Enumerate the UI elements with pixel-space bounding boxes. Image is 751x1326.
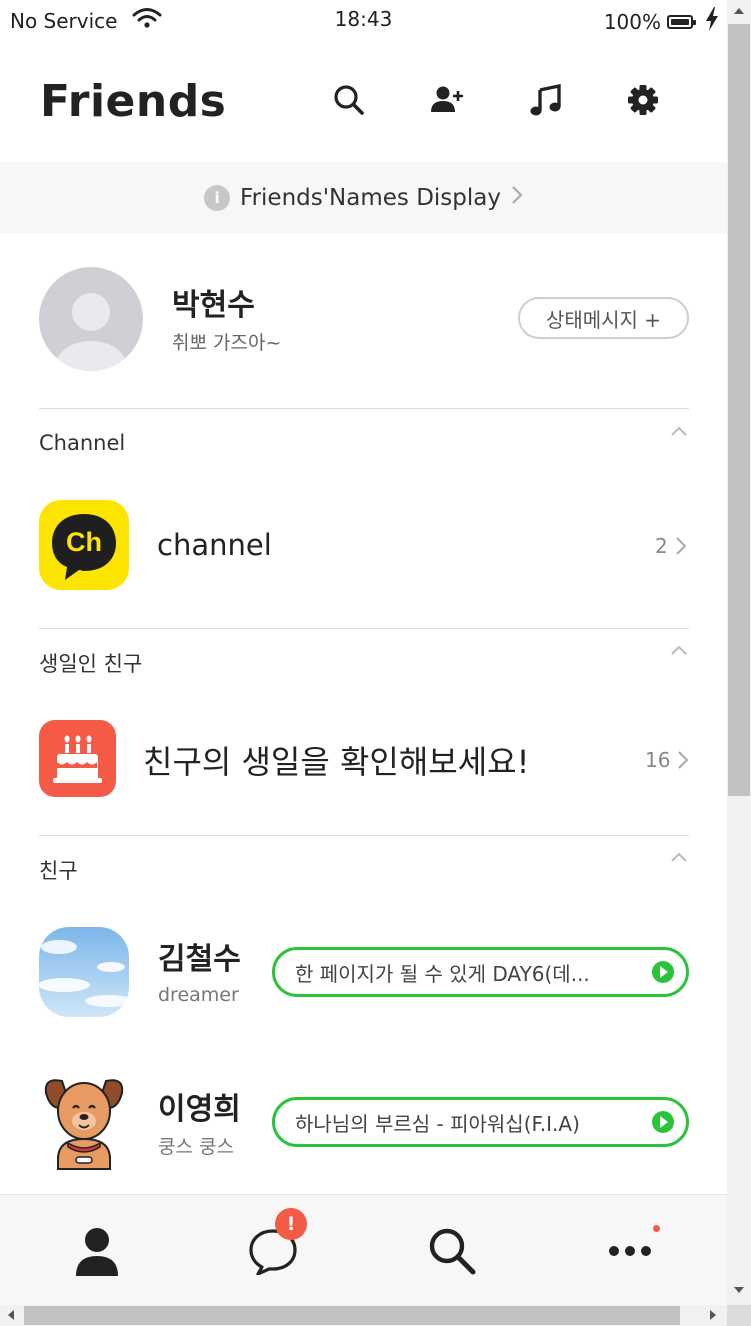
status-message-button[interactable]: 상태메시지 +	[518, 297, 689, 339]
scroll-right-arrow-icon[interactable]	[710, 1310, 716, 1320]
bottom-tab-bar	[0, 1194, 727, 1305]
play-icon	[652, 1111, 674, 1133]
channel-row[interactable]: Ch channel 2	[0, 495, 727, 595]
section-title-channel: Channel	[39, 431, 126, 455]
birthday-cake-icon	[39, 720, 116, 797]
page-title: Friends	[40, 76, 227, 127]
scrollbar-corner	[727, 1305, 751, 1326]
play-icon	[652, 961, 674, 983]
my-profile[interactable]: 박현수 취뽀 가즈아~ 상태메시지 +	[0, 262, 727, 372]
search-icon	[429, 1228, 476, 1275]
scroll-up-arrow-icon[interactable]	[734, 8, 744, 14]
chat-badge: !	[275, 1208, 307, 1240]
header: Friends	[0, 60, 727, 150]
person-icon	[76, 1228, 118, 1276]
banner-text: Friends'Names Display	[240, 185, 501, 211]
birthday-row[interactable]: 친구의 생일을 확인해보세요! 16	[0, 715, 727, 805]
channel-count-value: 2	[655, 534, 668, 558]
search-tab[interactable]	[424, 1223, 480, 1279]
profile-status-message: 취뽀 가즈아~	[172, 332, 282, 354]
channel-count: 2	[655, 534, 686, 558]
friend-status-message: 쿵스 쿵스	[158, 1136, 234, 1158]
battery-info: 100%	[604, 7, 719, 36]
more-tab[interactable]	[602, 1223, 658, 1279]
chevron-right-icon	[511, 185, 523, 211]
music-title: 하나님의 부르심 - 피아워십(F.I.A)	[295, 1111, 580, 1136]
list-item[interactable]: 김철수 dreamer 한 페이지가 될 수 있게 DAY6(데...	[0, 920, 727, 1030]
channel-icon-text: Ch	[66, 527, 102, 557]
horizontal-scrollbar[interactable]	[0, 1305, 727, 1326]
battery-icon	[667, 14, 696, 29]
add-friend-icon[interactable]	[430, 82, 466, 118]
chevron-right-icon	[676, 537, 686, 555]
profile-music-button[interactable]: 한 페이지가 될 수 있게 DAY6(데...	[272, 947, 689, 997]
chevron-up-icon[interactable]	[670, 641, 688, 659]
chevron-up-icon[interactable]	[670, 848, 688, 866]
names-display-banner[interactable]: i Friends'Names Display	[0, 162, 727, 234]
settings-icon[interactable]	[625, 82, 661, 118]
divider	[39, 835, 689, 836]
friends-screen: No Service 18:43 100% Friends i Friends'…	[0, 0, 727, 1305]
music-title: 한 페이지가 될 수 있게 DAY6(데...	[295, 961, 590, 986]
friends-tab[interactable]	[69, 1223, 125, 1279]
channel-icon: Ch	[39, 500, 129, 590]
search-icon[interactable]	[331, 82, 367, 118]
divider	[39, 628, 689, 629]
profile-name: 박현수	[172, 288, 255, 323]
section-title-friends: 친구	[39, 859, 78, 883]
scroll-down-arrow-icon[interactable]	[734, 1287, 744, 1293]
friend-name: 이영희	[158, 1092, 241, 1127]
birthday-label: 친구의 생일을 확인해보세요!	[143, 743, 530, 781]
horizontal-scroll-thumb[interactable]	[24, 1306, 680, 1325]
vertical-scroll-thumb[interactable]	[728, 24, 750, 796]
music-icon[interactable]	[528, 82, 564, 118]
divider	[39, 408, 689, 409]
chevron-right-icon	[678, 751, 689, 769]
charging-icon	[705, 7, 719, 36]
profile-music-button[interactable]: 하나님의 부르심 - 피아워십(F.I.A)	[272, 1097, 689, 1147]
friend-status-message: dreamer	[158, 984, 239, 1006]
birthday-count-value: 16	[645, 748, 671, 772]
battery-percent: 100%	[603, 9, 661, 34]
avatar[interactable]	[42, 1075, 126, 1170]
more-notification-dot	[653, 1225, 660, 1232]
channel-label: channel	[157, 528, 272, 562]
birthday-count: 16	[645, 748, 689, 772]
section-title-birthday: 생일인 친구	[39, 652, 143, 676]
friend-name: 김철수	[158, 942, 241, 977]
avatar[interactable]	[39, 927, 129, 1017]
vertical-scrollbar[interactable]	[727, 0, 751, 1305]
list-item[interactable]: 이영희 쿵스 쿵스 하나님의 부르심 - 피아워십(F.I.A)	[0, 1070, 727, 1180]
info-icon: i	[204, 185, 231, 211]
status-bar: No Service 18:43 100%	[0, 0, 727, 40]
scroll-left-arrow-icon[interactable]	[8, 1310, 14, 1320]
chevron-up-icon[interactable]	[670, 422, 688, 440]
more-icon	[609, 1246, 651, 1256]
avatar[interactable]	[39, 267, 143, 371]
